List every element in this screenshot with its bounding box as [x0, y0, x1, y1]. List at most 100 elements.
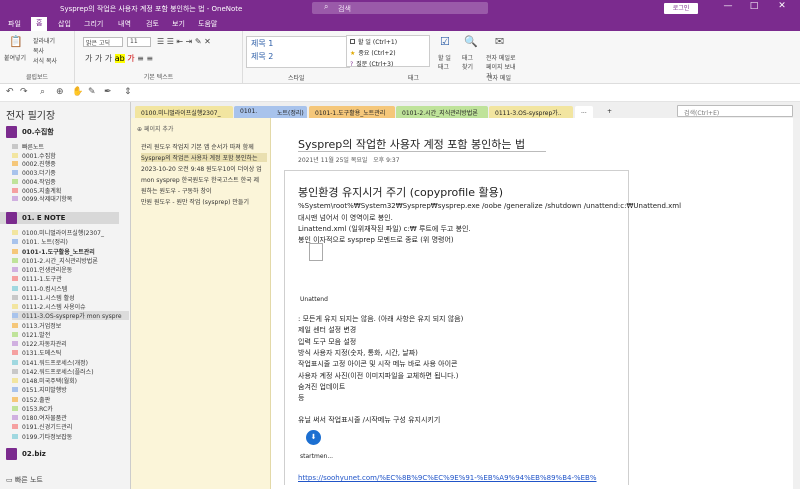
section-item[interactable]: 0100.미니멀라이프실행(2307_ — [12, 228, 104, 237]
font-size-select[interactable]: 11 — [127, 37, 151, 47]
tag-todo[interactable]: 할 일 (Ctrl+1) — [347, 36, 429, 47]
notebook-02[interactable]: 02.biz — [6, 448, 46, 460]
add-page-button[interactable]: ⊕ 페이지 추가 — [137, 124, 173, 133]
section-item[interactable]: 0101. 노트(정리) — [12, 237, 68, 246]
section-item[interactable]: 0113.거업정보 — [12, 321, 61, 330]
highlighter-icon[interactable]: ✒ — [104, 87, 112, 97]
page-item[interactable]: 2023-10-20 오전 9:48 원도우10이 더이상 업 — [141, 164, 267, 173]
email-icon[interactable]: ✉ — [495, 35, 504, 48]
style-heading2[interactable]: 제목 2 — [247, 50, 349, 63]
note-list-line[interactable]: : 모든게 유지 되지는 않음. (아래 사항은 유지 되지 않음) — [298, 314, 463, 324]
page-search-input[interactable]: 검색(Ctrl+E) — [677, 105, 793, 117]
note-list-line[interactable]: 제일 센터 설정 변경 — [298, 325, 356, 335]
todo-tag-icon[interactable]: ☑ — [440, 35, 450, 48]
menu-insert[interactable]: 삽입 — [58, 19, 71, 29]
note-list-line[interactable]: 등 — [298, 393, 304, 403]
section-item[interactable]: 0111-2.시스템 사용이슈 — [12, 302, 86, 311]
cut-button[interactable]: 잘라내기 — [33, 36, 55, 45]
close-button[interactable]: ✕ — [772, 1, 792, 11]
vertical-scrollbar[interactable] — [793, 118, 800, 489]
section-item[interactable]: 0180.여자물품관 — [12, 413, 67, 422]
section-tab-more[interactable]: ... — [575, 106, 593, 118]
list-icon[interactable]: ☰ ☰ ⇤ ⇥ ✎ ✕ — [157, 37, 211, 46]
format-buttons[interactable]: 가 가 가 ab 가 ≡ ≡ — [85, 53, 153, 64]
section-item[interactable]: 0121.발전 — [12, 330, 50, 339]
section-item[interactable]: 0199.기타정보잡동 — [12, 432, 72, 441]
font-face-select[interactable]: 맑은 고딕 — [83, 37, 123, 47]
tag-important[interactable]: ★ 중요 (Ctrl+2) — [347, 47, 429, 58]
note-subheading[interactable]: 유닐 써서 작업표시줄 /시작메뉴 구성 유지시키기 — [298, 415, 440, 425]
menu-help[interactable]: 도움말 — [198, 19, 217, 29]
section-item[interactable]: 0002.진행중 — [12, 159, 56, 168]
page-item[interactable]: 만원 원도우 - 원만 작업 (sysprep) 만들기 — [141, 197, 267, 206]
section-tab-3[interactable]: 0101-2.시간_지식관리방법론 — [396, 106, 488, 118]
section-item[interactable]: 0153.RC카 — [12, 404, 53, 413]
note-list-line[interactable]: 입력 도구 모음 설정 — [298, 337, 356, 347]
menu-history[interactable]: 내역 — [118, 19, 131, 29]
add-section-button[interactable]: + — [601, 106, 615, 118]
notebooks-header[interactable]: 전자 필기장 — [6, 107, 55, 122]
section-item[interactable]: 0122.자동차관리 — [12, 339, 67, 348]
note-list-line[interactable]: 작업표시줄 고정 아이콘 및 시작 메뉴 바로 사용 아이콘 — [298, 359, 457, 369]
note-heading[interactable]: 봉인환경 유지시거 주기 (copyprofile 활용) — [298, 184, 503, 200]
note-line-1[interactable]: %System\root%₩System32₩Sysprep₩sysprep.e… — [298, 202, 681, 210]
section-item[interactable]: 0005.지출계획 — [12, 186, 61, 195]
note-list-line[interactable]: 숨겨진 업데이트 — [298, 382, 345, 392]
undo-icon[interactable]: ↶ — [6, 87, 14, 97]
paste-label[interactable]: 붙여넣기 — [4, 53, 26, 62]
section-item[interactable]: 0141.워드프로세스(개정) — [12, 358, 88, 367]
search-box[interactable]: ⌕ 검색 — [312, 2, 488, 14]
section-tab-1[interactable]: 0101. — [234, 106, 280, 118]
style-heading1[interactable]: 제목 1 — [247, 37, 349, 50]
insert-space-icon[interactable]: ⇕ — [124, 87, 132, 97]
section-tab-4[interactable]: 0111-3.OS-sysprep가.. — [489, 106, 573, 118]
pen-icon[interactable]: ✎ — [88, 87, 96, 97]
note-line-2[interactable]: 대시맨 넘어서 이 영역이로 봉인. — [298, 213, 393, 223]
page-item[interactable]: mon sysprep 한국원도우 한국고스트 한국 제 — [141, 175, 267, 184]
section-item[interactable]: 0099.삭제대기항목 — [12, 194, 72, 203]
section-item[interactable]: 빠른노트 — [12, 142, 44, 151]
todo-tag-button[interactable]: 할 일 태그 — [438, 53, 456, 71]
page-item[interactable]: 원하는 원도우 - 구동하 창이 — [141, 186, 267, 195]
section-item[interactable]: 0101.인생관리운동 — [12, 265, 72, 274]
zoom-icon[interactable]: ⌕ — [40, 87, 45, 97]
menu-review[interactable]: 검토 — [146, 19, 159, 29]
menu-view[interactable]: 보기 — [172, 19, 185, 29]
find-tags-button[interactable]: 태그 찾기 — [462, 53, 480, 71]
attachment2-name[interactable]: startmen... — [300, 453, 333, 460]
section-item[interactable]: 0111-1.시스템 활성 — [12, 293, 75, 302]
paste-icon[interactable]: 📋 — [9, 35, 23, 48]
maximize-button[interactable]: □ — [744, 1, 764, 11]
note-list-line[interactable]: 사용자 계정 사진(이전 이미지파일을 교체하면 됩니다.) — [298, 371, 459, 381]
note-line-3[interactable]: Linattend.xml (일위재작된 파일) c:₩ 루트에 두고 봉인. — [298, 224, 471, 234]
menu-draw[interactable]: 그리기 — [84, 19, 103, 29]
section-item[interactable]: 0131.도메스틱 — [12, 348, 61, 357]
file-attachment-icon[interactable] — [309, 243, 323, 261]
lasso-icon[interactable]: ⊕ — [56, 87, 64, 97]
notebook-01[interactable]: 01. E NOTE — [0, 212, 119, 224]
attachment-name[interactable]: Unattend — [300, 296, 328, 303]
section-item[interactable]: 0101-1.도구활용_노트관리 — [12, 247, 95, 256]
minimize-button[interactable]: — — [718, 1, 738, 11]
page-item[interactable]: Sysprep의 작업은 사용자 계정 포함 봉인하는 — [141, 153, 267, 162]
section-item[interactable]: 0003.더기중 — [12, 168, 56, 177]
section-item[interactable]: 0152.출판 — [12, 395, 50, 404]
format-painter-button[interactable]: 서식 복사 — [33, 56, 57, 65]
section-item[interactable]: 0004.작업중 — [12, 177, 56, 186]
tag-question[interactable]: ? 질문 (Ctrl+3) — [347, 58, 429, 69]
menu-file[interactable]: 파일 — [8, 19, 21, 29]
login-button[interactable]: 로그인 — [664, 3, 698, 14]
section-item[interactable]: 0101-2.시간_지식관리방법론 — [12, 256, 98, 265]
page-content[interactable]: Sysprep의 작업한 사용자 계정 포함 봉인하는 법 2021년 11월 … — [271, 118, 800, 489]
section-tab-1b[interactable]: 노트(정리) — [277, 106, 307, 118]
section-item[interactable]: 0111-0.컴시스템 — [12, 284, 67, 293]
section-item[interactable]: 0001.수집함 — [12, 151, 56, 160]
menu-home[interactable]: 홈 — [31, 17, 48, 31]
page-item[interactable]: 관리 원도우 작업지 기본 앱 순서가 따져 함께 — [141, 142, 267, 151]
section-item[interactable]: 0191.신경기드관리 — [12, 422, 72, 431]
section-item[interactable]: 0111-1.도구관 — [12, 274, 62, 283]
cloud-attachment-icon[interactable]: ⬇ — [306, 430, 321, 445]
redo-icon[interactable]: ↷ — [20, 87, 28, 97]
notebook-00[interactable]: 00.수집함 — [6, 126, 54, 138]
tags-gallery[interactable]: 할 일 (Ctrl+1) ★ 중요 (Ctrl+2) ? 질문 (Ctrl+3) — [346, 35, 430, 69]
